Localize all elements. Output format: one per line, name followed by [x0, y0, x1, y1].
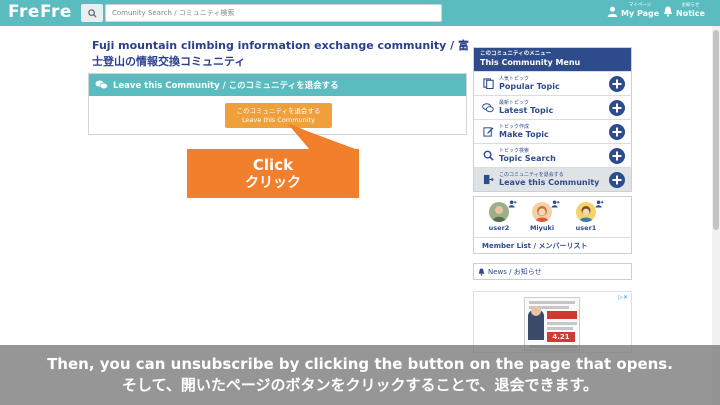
plus-icon[interactable]: [609, 76, 625, 92]
search-placeholder: Comunity Search / コミュニティ検索: [112, 9, 235, 17]
leave-community-panel: Leave this Community / このコミュニティを退会する このコ…: [88, 73, 467, 135]
top-navigation-bar: FreFre Comunity Search / コミュニティ検索 マイページ …: [0, 0, 720, 26]
leave-panel-header: Leave this Community / このコミュニティを退会する: [89, 74, 466, 96]
leave-panel-title: Leave this Community / このコミュニティを退会する: [113, 81, 339, 91]
plus-icon[interactable]: [609, 148, 625, 164]
ad-rate: 4.21: [547, 332, 575, 342]
user-icon: [607, 6, 618, 17]
comments-icon: [482, 102, 494, 112]
notice-label: Notice: [676, 9, 705, 18]
make-topic-label: Make Topic: [499, 129, 549, 139]
members-panel: user2 Miyuki user1 Member List / メンバーリスト: [473, 196, 632, 254]
callout-line-2: クリック: [245, 174, 301, 191]
caption-english: Then, you can unsubscribe by clicking th…: [47, 355, 673, 373]
search-icon: [87, 8, 97, 18]
menu-header-small: このコミュニティのメニュー: [480, 51, 552, 57]
search-button[interactable]: [81, 4, 103, 22]
topic-search-label: Topic Search: [499, 153, 556, 163]
menu-item-popular-topic[interactable]: 人気トピック Popular Topic: [474, 71, 631, 95]
edit-icon: [482, 127, 494, 137]
avatar[interactable]: [576, 202, 596, 222]
mypage-link[interactable]: マイページ My Page: [607, 3, 659, 19]
menu-item-leave-community[interactable]: このコミュニティを退会する Leave this Community: [474, 167, 631, 191]
community-search-input[interactable]: Comunity Search / コミュニティ検索: [105, 4, 442, 22]
add-user-icon[interactable]: [551, 200, 560, 208]
plus-icon[interactable]: [609, 124, 625, 140]
ad-banner-image[interactable]: 4.21: [524, 297, 580, 351]
menu-item-topic-search[interactable]: トピック検索 Topic Search: [474, 143, 631, 167]
notice-link[interactable]: お知らせ Notice: [663, 3, 705, 19]
leave-community-label: Leave this Community: [499, 177, 600, 187]
popular-topic-label: Popular Topic: [499, 81, 560, 91]
bell-icon: [478, 268, 485, 276]
menu-header: このコミュニティのメニュー This Community Menu: [474, 48, 631, 71]
member-card[interactable]: user1: [566, 200, 606, 232]
bell-icon: [664, 6, 672, 17]
click-callout: Click クリック: [187, 149, 359, 198]
menu-header-title: This Community Menu: [480, 58, 581, 67]
community-menu: このコミュニティのメニュー This Community Menu 人気トピック…: [473, 47, 632, 192]
latest-topic-label: Latest Topic: [499, 105, 554, 115]
mypage-label: My Page: [621, 9, 660, 18]
tutorial-caption: Then, you can unsubscribe by clicking th…: [0, 345, 720, 405]
plus-icon[interactable]: [609, 100, 625, 116]
leave-button-ja: このコミュニティを退会する: [236, 106, 321, 115]
avatar[interactable]: [532, 202, 552, 222]
plus-icon[interactable]: [609, 172, 625, 188]
member-card[interactable]: Miyuki: [522, 200, 562, 232]
scroll-thumb[interactable]: [713, 30, 719, 230]
frefre-logo[interactable]: FreFre: [8, 2, 72, 22]
exit-door-icon: [483, 174, 494, 185]
search-icon: [483, 150, 494, 161]
member-name[interactable]: user2: [489, 224, 510, 232]
bookmarks-icon: [482, 78, 494, 89]
community-title: Fuji mountain climbing information excha…: [92, 39, 470, 68]
member-card[interactable]: user2: [479, 200, 519, 232]
menu-item-make-topic[interactable]: トピック作成 Make Topic: [474, 119, 631, 143]
ad-choices-icon[interactable]: ▷✕: [618, 294, 628, 301]
avatar[interactable]: [489, 202, 509, 222]
news-label: News / お知らせ: [488, 267, 542, 276]
member-list-link[interactable]: Member List / メンバーリスト: [474, 237, 631, 253]
caption-japanese: そして、開いたページのボタンをクリックすることで、退会できます。: [122, 376, 598, 394]
member-name[interactable]: user1: [576, 224, 597, 232]
callout-line-1: Click: [252, 155, 294, 174]
chat-bubbles-icon: [95, 80, 108, 90]
add-user-icon[interactable]: [595, 200, 604, 208]
news-link[interactable]: News / お知らせ: [473, 263, 632, 280]
callout-pointer: [288, 124, 360, 150]
advertisement[interactable]: ▷✕ 4.21: [473, 291, 632, 353]
member-name[interactable]: Miyuki: [530, 224, 554, 232]
add-user-icon[interactable]: [508, 200, 517, 208]
menu-item-latest-topic[interactable]: 最新トピック Latest Topic: [474, 95, 631, 119]
